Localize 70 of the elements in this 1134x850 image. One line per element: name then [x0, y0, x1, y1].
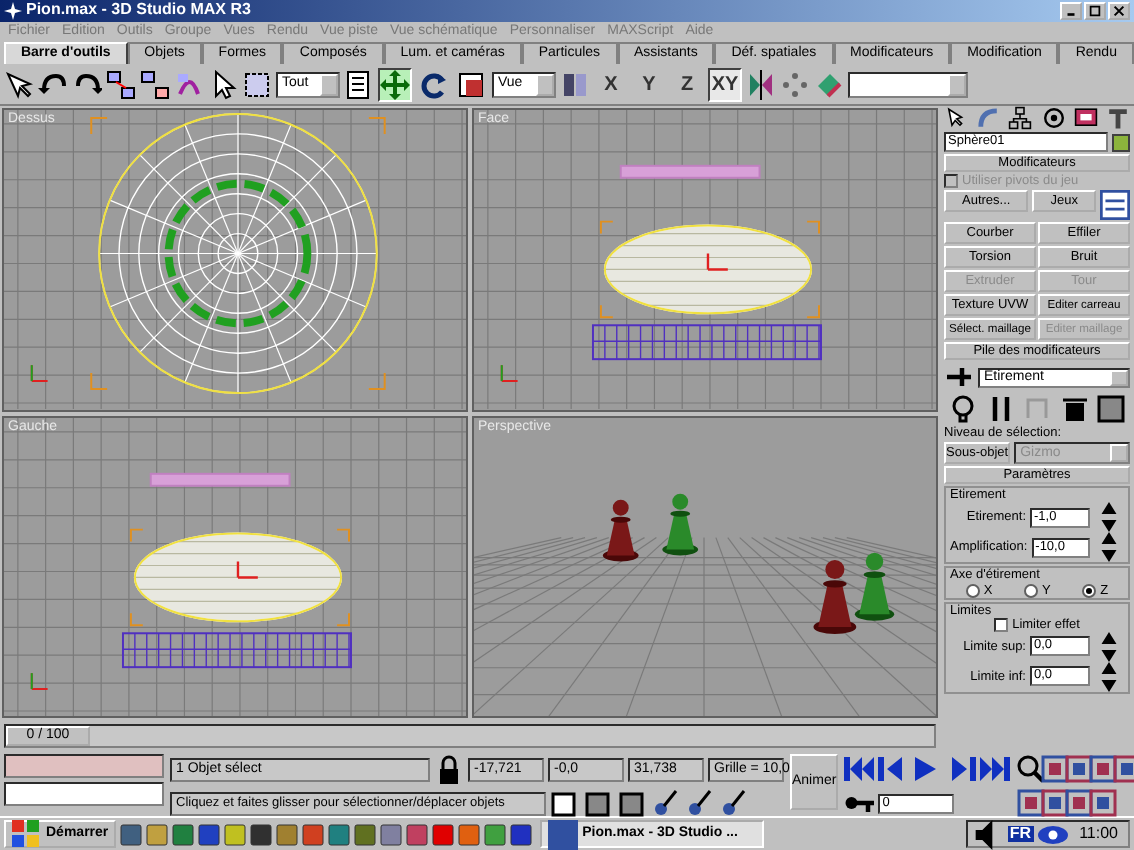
axis-constraint-button[interactable]: XY — [708, 67, 742, 101]
quick-launch-icon[interactable] — [354, 823, 377, 845]
axis-tripod-icon — [30, 364, 49, 383]
app-logo-icon — [4, 2, 22, 20]
axis-radio-button[interactable] — [1023, 583, 1038, 598]
axis-constraint-button[interactable]: X — [594, 67, 628, 101]
hierarchy-icon[interactable] — [1008, 106, 1033, 130]
quick-launch-icon[interactable] — [146, 823, 169, 845]
quick-launch-icon[interactable] — [276, 823, 299, 845]
quick-launch-icon[interactable] — [510, 823, 533, 845]
quick-launch-icon[interactable] — [328, 823, 351, 845]
next-frame-icon[interactable] — [946, 754, 977, 784]
close-button[interactable] — [1108, 2, 1130, 20]
go-to-start-icon[interactable] — [844, 754, 875, 784]
minimize-button[interactable] — [1060, 2, 1082, 20]
lock-icon[interactable] — [434, 754, 464, 784]
window-title: Pion.max - 3D Studio MAX R3 — [26, 2, 251, 20]
link-icon[interactable] — [106, 69, 136, 99]
select-link-icon[interactable] — [4, 69, 34, 99]
quick-launch-icon[interactable] — [120, 823, 143, 845]
axis-tripod-icon — [30, 671, 49, 690]
quick-launch-icon[interactable] — [198, 823, 221, 845]
trash-icon[interactable] — [1059, 394, 1089, 425]
quick-launch-icon[interactable] — [302, 823, 325, 845]
pointer-icon[interactable] — [944, 106, 968, 130]
light-bulb-icon[interactable] — [948, 394, 978, 425]
quick-launch-icon[interactable] — [380, 823, 403, 845]
named-selection-dropdown[interactable] — [848, 71, 968, 97]
quick-launch-icon[interactable] — [406, 823, 429, 845]
axis-radio-button[interactable] — [965, 583, 980, 598]
quick-launch-icon[interactable] — [484, 823, 507, 845]
windows-logo-icon — [12, 819, 42, 849]
move-icon — [380, 69, 410, 99]
redo-icon[interactable] — [72, 69, 102, 99]
maxscript-input-field[interactable] — [4, 782, 164, 806]
axis-constraint-button[interactable]: Y — [632, 67, 666, 101]
app-window-icon — [548, 819, 579, 849]
axis-tripod-icon — [500, 364, 519, 383]
rotate-tool-button[interactable] — [416, 67, 450, 101]
object-color-swatch[interactable] — [1112, 133, 1130, 151]
maxscript-listener-field[interactable] — [4, 754, 164, 778]
limit-effect-checkbox[interactable] — [994, 617, 1009, 632]
mirror-icon[interactable] — [746, 69, 776, 99]
language-indicator[interactable]: FR — [1007, 825, 1034, 843]
axis-constraint-button[interactable]: Z — [670, 67, 704, 101]
maximize-button[interactable] — [1084, 2, 1106, 20]
axis-radio-button[interactable] — [1082, 583, 1097, 598]
transform-gizmo-icon — [706, 252, 729, 271]
rotate-icon — [418, 69, 448, 99]
scale-tool-button[interactable] — [454, 67, 488, 101]
undo-icon[interactable] — [38, 69, 68, 99]
scale-icon — [456, 69, 486, 99]
region-select-icon[interactable] — [242, 69, 272, 99]
select-by-name-icon[interactable] — [344, 69, 374, 99]
circle-target-icon[interactable] — [1041, 106, 1066, 130]
quick-launch-icon[interactable] — [432, 823, 455, 845]
modifier-gizmo-drawing — [619, 164, 761, 179]
quick-launch-icon[interactable] — [250, 823, 273, 845]
go-to-end-icon[interactable] — [980, 754, 1011, 784]
quick-launch-icon[interactable] — [172, 823, 195, 845]
quick-launch-icon[interactable] — [458, 823, 481, 845]
shaded-box-icon[interactable] — [550, 788, 580, 818]
unlink-icon[interactable] — [140, 69, 170, 99]
configure-sets-icon[interactable] — [1100, 190, 1131, 221]
move-tool-button[interactable] — [378, 67, 412, 101]
transform-gizmo-icon — [236, 559, 259, 578]
zoom-icon[interactable] — [1016, 754, 1047, 784]
clock: 11:00 — [1079, 825, 1118, 843]
modifier-gizmo-drawing — [149, 471, 291, 486]
quick-launch-icon[interactable] — [224, 823, 247, 845]
